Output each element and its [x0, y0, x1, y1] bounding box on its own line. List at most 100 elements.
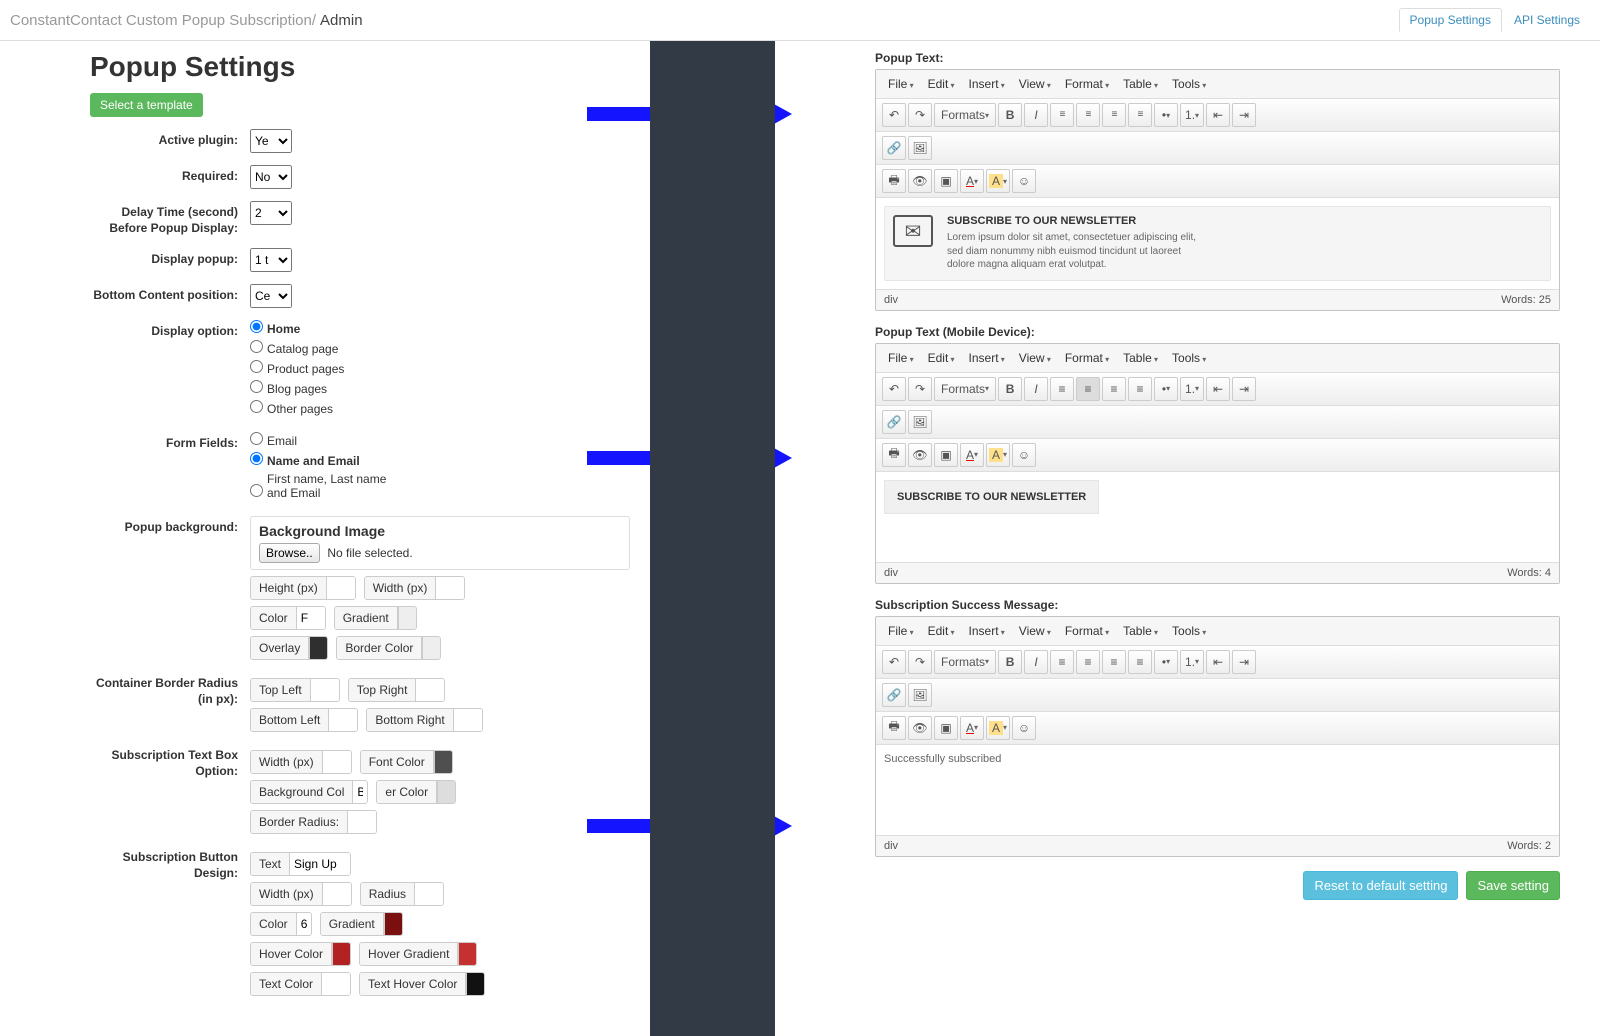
emoticons-icon[interactable]: ☺ — [1012, 443, 1036, 467]
btn-hover-swatch[interactable] — [332, 943, 350, 965]
menu-table[interactable]: Table — [1117, 348, 1164, 368]
image-icon[interactable]: 🖼 — [908, 683, 932, 707]
display-option-other[interactable] — [250, 400, 263, 413]
outdent-icon[interactable]: ⇤ — [1206, 650, 1230, 674]
backcolor-icon[interactable]: A — [986, 169, 1010, 193]
italic-icon[interactable]: I — [1024, 650, 1048, 674]
media-icon[interactable]: ▣ — [934, 169, 958, 193]
forecolor-icon[interactable]: A — [960, 716, 984, 740]
print-icon[interactable]: 🖶 — [882, 169, 906, 193]
menu-tools[interactable]: Tools — [1166, 348, 1212, 368]
undo-icon[interactable]: ↶ — [882, 103, 906, 127]
btn-text-hover-swatch[interactable] — [466, 973, 484, 995]
tab-popup-settings[interactable]: Popup Settings — [1399, 8, 1502, 32]
menu-view[interactable]: View — [1013, 74, 1057, 94]
indent-icon[interactable]: ⇥ — [1232, 377, 1256, 401]
menu-view[interactable]: View — [1013, 621, 1057, 641]
menu-tools[interactable]: Tools — [1166, 621, 1212, 641]
align-left-icon[interactable]: ≡ — [1050, 103, 1074, 127]
popup-text-body[interactable]: ✉ SUBSCRIBE TO OUR NEWSLETTER Lorem ipsu… — [876, 198, 1559, 289]
media-icon[interactable]: ▣ — [934, 716, 958, 740]
align-justify-icon[interactable]: ≡ — [1128, 650, 1152, 674]
emoticons-icon[interactable]: ☺ — [1012, 716, 1036, 740]
align-right-icon[interactable]: ≡ — [1102, 103, 1126, 127]
menu-edit[interactable]: Edit — [922, 621, 961, 641]
menu-table[interactable]: Table — [1117, 74, 1164, 94]
overlay-swatch[interactable] — [309, 637, 327, 659]
formats-dropdown[interactable]: Formats — [934, 103, 996, 127]
menu-file[interactable]: File — [882, 621, 920, 641]
print-icon[interactable]: 🖶 — [882, 716, 906, 740]
menu-edit[interactable]: Edit — [922, 74, 961, 94]
preview-icon[interactable]: 👁 — [908, 443, 932, 467]
preview-icon[interactable]: 👁 — [908, 169, 932, 193]
menu-format[interactable]: Format — [1059, 348, 1115, 368]
bullet-list-icon[interactable]: • — [1154, 650, 1178, 674]
image-icon[interactable]: 🖼 — [908, 136, 932, 160]
reset-button[interactable]: Reset to default setting — [1303, 871, 1458, 900]
undo-icon[interactable]: ↶ — [882, 650, 906, 674]
align-center-icon[interactable]: ≡ — [1076, 377, 1100, 401]
radius-bl-input[interactable] — [329, 709, 357, 731]
bullet-list-icon[interactable]: • — [1154, 103, 1178, 127]
align-right-icon[interactable]: ≡ — [1102, 650, 1126, 674]
menu-file[interactable]: File — [882, 348, 920, 368]
redo-icon[interactable]: ↷ — [908, 650, 932, 674]
print-icon[interactable]: 🖶 — [882, 443, 906, 467]
display-option-home[interactable] — [250, 320, 263, 333]
number-list-icon[interactable]: 1. — [1180, 103, 1204, 127]
popup-mobile-body[interactable]: SUBSCRIBE TO OUR NEWSLETTER — [876, 472, 1559, 562]
btn-width-input[interactable] — [323, 883, 351, 905]
menu-table[interactable]: Table — [1117, 621, 1164, 641]
indent-icon[interactable]: ⇥ — [1232, 103, 1256, 127]
preview-icon[interactable]: 👁 — [908, 716, 932, 740]
link-icon[interactable]: 🔗 — [882, 410, 906, 434]
display-option-catalog[interactable] — [250, 340, 263, 353]
delay-select[interactable]: 2 — [250, 201, 292, 225]
tb-font-swatch[interactable] — [434, 751, 452, 773]
forecolor-icon[interactable]: A — [960, 443, 984, 467]
italic-icon[interactable]: I — [1024, 377, 1048, 401]
redo-icon[interactable]: ↷ — [908, 377, 932, 401]
btn-radius-input[interactable] — [415, 883, 443, 905]
image-icon[interactable]: 🖼 — [908, 410, 932, 434]
btn-hover-grad-swatch[interactable] — [458, 943, 476, 965]
align-center-icon[interactable]: ≡ — [1076, 103, 1100, 127]
gradient-swatch[interactable] — [398, 607, 416, 629]
tb-ercolor-swatch[interactable] — [437, 781, 455, 803]
bold-icon[interactable]: B — [998, 103, 1022, 127]
menu-tools[interactable]: Tools — [1166, 74, 1212, 94]
bullet-list-icon[interactable]: • — [1154, 377, 1178, 401]
form-field-name-email[interactable] — [250, 452, 263, 465]
display-option-product[interactable] — [250, 360, 263, 373]
browse-button[interactable]: Browse.. — [259, 543, 320, 563]
undo-icon[interactable]: ↶ — [882, 377, 906, 401]
active-plugin-select[interactable]: Ye — [250, 129, 292, 153]
radius-br-input[interactable] — [454, 709, 482, 731]
display-popup-select[interactable]: 1 t — [250, 248, 292, 272]
align-justify-icon[interactable]: ≡ — [1128, 377, 1152, 401]
menu-view[interactable]: View — [1013, 348, 1057, 368]
italic-icon[interactable]: I — [1024, 103, 1048, 127]
indent-icon[interactable]: ⇥ — [1232, 650, 1256, 674]
emoticons-icon[interactable]: ☺ — [1012, 169, 1036, 193]
tab-api-settings[interactable]: API Settings — [1504, 8, 1590, 32]
select-template-button[interactable]: Select a template — [90, 93, 203, 117]
menu-format[interactable]: Format — [1059, 74, 1115, 94]
align-left-icon[interactable]: ≡ — [1050, 650, 1074, 674]
tb-bcol-input[interactable] — [353, 781, 367, 803]
bg-height-input[interactable] — [327, 577, 355, 599]
align-center-icon[interactable]: ≡ — [1076, 650, 1100, 674]
menu-insert[interactable]: Insert — [963, 348, 1011, 368]
outdent-icon[interactable]: ⇤ — [1206, 103, 1230, 127]
radius-tl-input[interactable] — [311, 679, 339, 701]
btn-gradient-swatch[interactable] — [384, 913, 402, 935]
forecolor-icon[interactable]: A — [960, 169, 984, 193]
link-icon[interactable]: 🔗 — [882, 136, 906, 160]
formats-dropdown[interactable]: Formats — [934, 650, 996, 674]
menu-insert[interactable]: Insert — [963, 74, 1011, 94]
link-icon[interactable]: 🔗 — [882, 683, 906, 707]
btn-color-input[interactable] — [297, 913, 311, 935]
formats-dropdown[interactable]: Formats — [934, 377, 996, 401]
form-field-email[interactable] — [250, 432, 263, 445]
